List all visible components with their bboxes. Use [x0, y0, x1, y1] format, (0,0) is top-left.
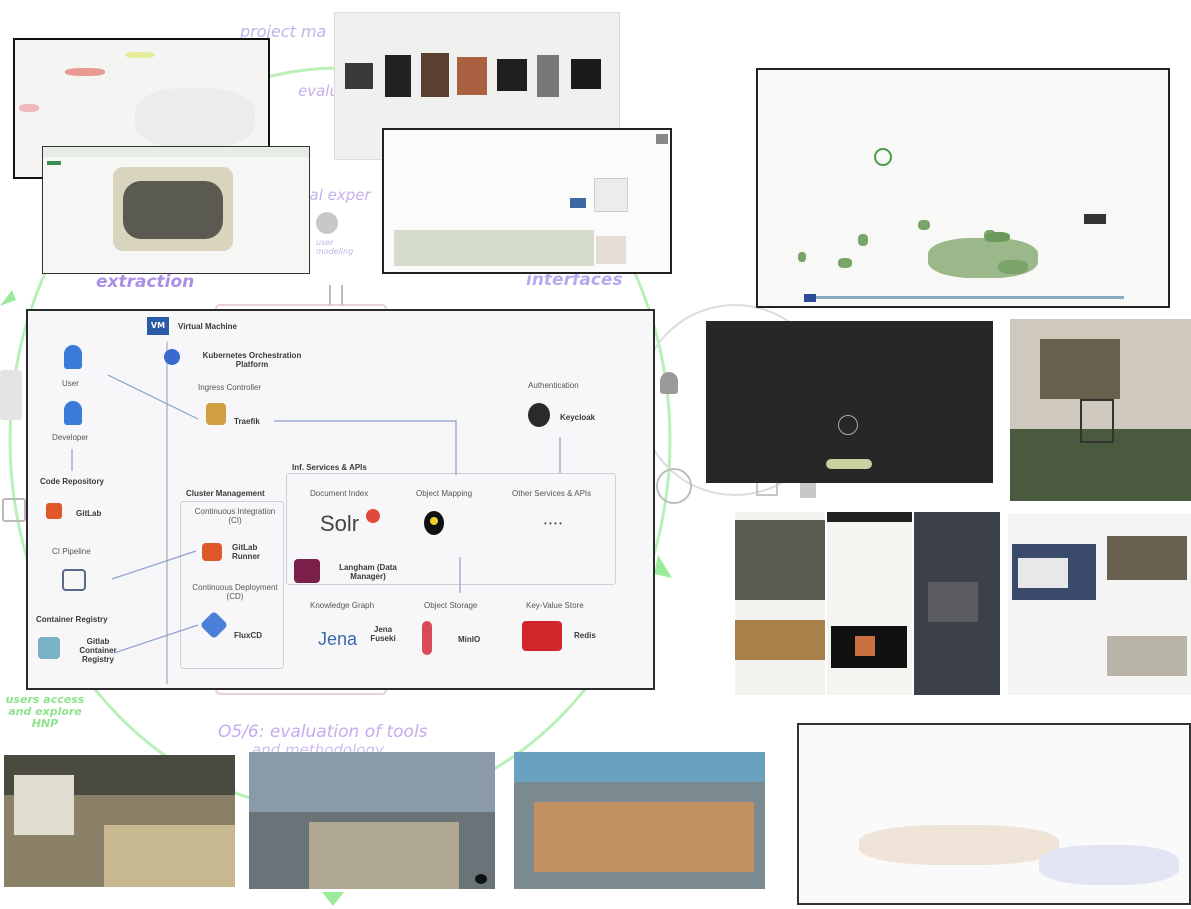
screenshot-photo-road [249, 752, 495, 889]
screenshot-mobile-3 [914, 512, 1000, 695]
group-icon [656, 468, 692, 504]
mail-icon [0, 370, 22, 420]
doc-icon [2, 498, 26, 522]
screenshot-scatter-view [756, 68, 1170, 308]
screenshot-image-viewer [42, 146, 310, 274]
label-visual-experts: ual exper [300, 186, 371, 204]
screenshot-faded-window [797, 723, 1191, 905]
screenshot-photo-terrain [4, 755, 235, 887]
vm-connectors [71, 374, 561, 654]
screenshot-mobile-4 [1008, 514, 1103, 695]
screenshot-dark-login [706, 321, 993, 483]
virtual-machine-panel: VM Virtual Machine Kubernetes Orchestrat… [26, 309, 655, 690]
screenshot-mobile-1 [735, 512, 825, 695]
screenshot-mobile-2 [827, 512, 912, 695]
label-o56-evaluation: O5/6: evaluation of tools [218, 722, 428, 742]
user-modeling-icon [316, 212, 338, 234]
label-user-modeling: user modeling [316, 238, 354, 256]
label-users-access: users access and explore HNP [5, 693, 85, 730]
screenshot-photo-scene [1010, 319, 1191, 501]
screenshot-mobile-5 [1103, 514, 1191, 695]
screenshot-photo-pier [514, 752, 765, 889]
screenshot-document-window [382, 128, 672, 274]
person-icon [660, 372, 678, 394]
label-extraction: extraction [96, 272, 195, 292]
label-evaluation: evalu [298, 82, 339, 100]
